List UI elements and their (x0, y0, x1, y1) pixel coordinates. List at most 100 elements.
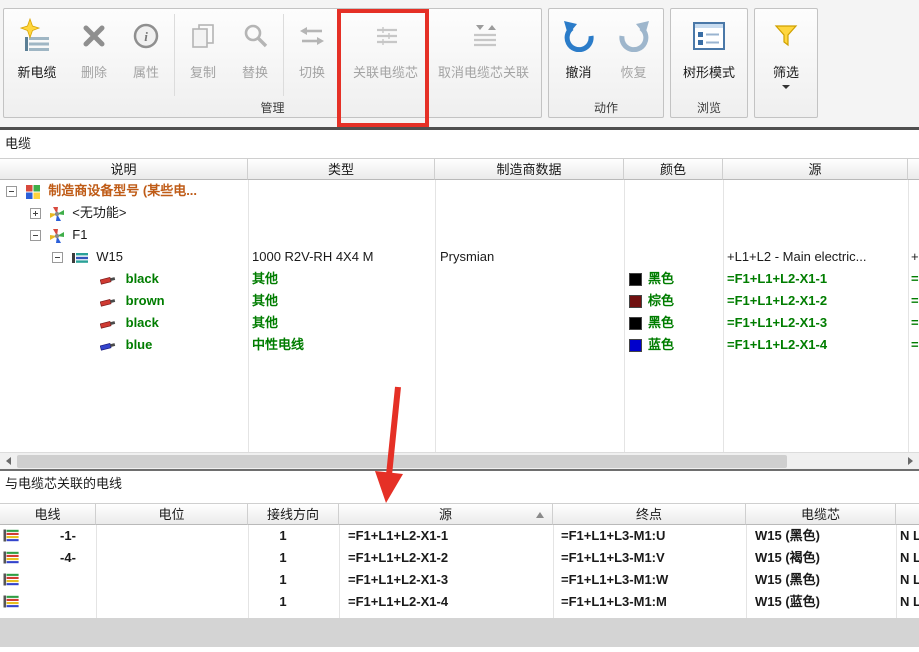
column-header-source[interactable]: 源 (723, 158, 908, 180)
ribbon-group-browse-buttons: 树形模式 (671, 9, 747, 100)
ribbon-group-manage: 新电缆 删除 i 属性 (3, 8, 542, 118)
switch-icon (296, 13, 328, 59)
cable-icon (72, 252, 88, 264)
copy-button[interactable]: 复制 (177, 10, 229, 100)
expander-minus-icon[interactable] (30, 230, 41, 241)
column-header-color[interactable]: 颜色 (624, 158, 723, 180)
switch-label: 切换 (299, 62, 325, 81)
cable-extra: + (911, 246, 919, 268)
wire-row[interactable]: -4- 1 =F1+L1+L2-X1-2 =F1+L1+L3-M1:V W15 … (0, 547, 919, 569)
cable-panel-title: 电缆 (0, 130, 919, 158)
wire-core-row[interactable]: blue 中性电线 蓝色 =F1+L1+L2-X1-4 = (0, 334, 919, 356)
column-header-manufacturer[interactable]: 制造商数据 (435, 158, 624, 180)
unlink-core-button[interactable]: 取消电缆芯关联 (428, 10, 539, 100)
core-source: =F1+L1+L2-X1-4 (727, 334, 827, 356)
bottom-panel-strip (0, 618, 919, 647)
tree-row-f1[interactable]: F1 (0, 224, 919, 246)
unlink-core-label: 取消电缆芯关联 (438, 62, 529, 81)
sort-ascending-icon (536, 512, 544, 518)
redo-icon (617, 13, 651, 59)
unlink-core-icon (466, 13, 502, 59)
cable-name: W15 (96, 249, 123, 264)
column-header-wire[interactable]: 电线 (0, 503, 96, 525)
new-cable-label: 新电缆 (17, 62, 56, 81)
wire-name: -1- (40, 525, 96, 547)
replace-icon (240, 13, 270, 59)
wire-core: W15 (蓝色) (755, 591, 820, 613)
core-source: =F1+L1+L2-X1-2 (727, 290, 827, 312)
core-name: brown (126, 293, 165, 308)
filter-button[interactable]: 筛选 (757, 10, 815, 100)
core-source: =F1+L1+L2-X1-1 (727, 268, 827, 290)
core-extra: = (911, 268, 919, 290)
wire-end: =F1+L1+L3-M1:U (561, 525, 665, 547)
core-type: 其他 (252, 312, 278, 334)
wire-source: =F1+L1+L2-X1-3 (348, 569, 448, 591)
ribbon-group-actions-buttons: 撤消 恢复 (549, 9, 663, 100)
wire-extra: N L (900, 569, 919, 591)
wire-name (40, 591, 96, 613)
wire-core-row[interactable]: brown 其他 棕色 =F1+L1+L2-X1-2 = (0, 290, 919, 312)
column-header-direction[interactable]: 接线方向 (248, 503, 339, 525)
expander-minus-icon[interactable] (6, 186, 17, 197)
properties-button[interactable]: i 属性 (120, 10, 172, 100)
delete-button[interactable]: 删除 (68, 10, 120, 100)
core-color: 黑色 (648, 315, 674, 330)
tree-row-no-function[interactable]: <无功能> (0, 202, 919, 224)
wire-icon (100, 274, 117, 286)
column-header-potential[interactable]: 电位 (96, 503, 248, 525)
column-header-type[interactable]: 类型 (248, 158, 435, 180)
ribbon-group-label-filter (755, 100, 817, 117)
new-cable-button[interactable]: 新电缆 (6, 10, 68, 100)
cable-type: 1000 R2V-RH 4X4 M (252, 246, 373, 268)
copy-label: 复制 (190, 62, 216, 81)
filter-icon (774, 13, 798, 59)
no-function-label: <无功能> (72, 205, 126, 220)
switch-button[interactable]: 切换 (286, 10, 338, 100)
wire-source: =F1+L1+L2-X1-2 (348, 547, 448, 569)
core-type: 中性电线 (252, 334, 304, 356)
column-header-cut[interactable] (896, 503, 919, 525)
properties-label: 属性 (133, 62, 159, 81)
color-swatch (629, 339, 642, 352)
column-header-core[interactable]: 电缆芯 (746, 503, 896, 525)
svg-text:i: i (144, 29, 148, 44)
scroll-left-button[interactable] (0, 453, 17, 469)
tree-row-cable-w15[interactable]: W15 1000 R2V-RH 4X4 M Prysmian +L1+L2 - … (0, 246, 919, 268)
scroll-right-icon (908, 457, 913, 465)
column-header-cut[interactable] (908, 158, 919, 180)
copy-icon (188, 13, 218, 59)
expander-plus-icon[interactable] (30, 208, 41, 219)
color-swatch (629, 295, 642, 308)
tree-mode-button[interactable]: 树形模式 (673, 10, 745, 100)
scroll-right-button[interactable] (902, 453, 919, 469)
ribbon-toolbar: 新电缆 删除 i 属性 (0, 0, 919, 130)
tree-mode-label: 树形模式 (683, 62, 735, 81)
wire-row[interactable]: 1 =F1+L1+L2-X1-3 =F1+L1+L3-M1:W W15 (黑色)… (0, 569, 919, 591)
wire-direction: 1 (248, 569, 318, 591)
wire-extra: N L (900, 525, 919, 547)
tree-row-vendor[interactable]: 制造商设备型号 (某些电... (0, 180, 919, 202)
column-header-description[interactable]: 说明 (0, 158, 248, 180)
wire-core-row[interactable]: black 其他 黑色 =F1+L1+L2-X1-1 = (0, 268, 919, 290)
filter-dropdown-arrow-icon[interactable] (782, 85, 790, 89)
horizontal-scrollbar[interactable] (0, 452, 919, 469)
cable-source: +L1+L2 - Main electric... (727, 246, 866, 268)
wire-direction: 1 (248, 525, 318, 547)
expander-minus-icon[interactable] (52, 252, 63, 263)
wire-end: =F1+L1+L3-M1:W (561, 569, 668, 591)
cable-table-body: 制造商设备型号 (某些电... <无功能> F1 W15 1000 (0, 180, 919, 452)
wire-source-label: 源 (439, 507, 452, 522)
replace-button[interactable]: 替换 (229, 10, 281, 100)
wire-core-row[interactable]: black 其他 黑色 =F1+L1+L2-X1-3 = (0, 312, 919, 334)
delete-label: 删除 (81, 62, 107, 81)
wire-row[interactable]: 1 =F1+L1+L2-X1-4 =F1+L1+L3-M1:M W15 (蓝色)… (0, 591, 919, 613)
wire-icon (100, 296, 117, 308)
wire-table-body: -1- 1 =F1+L1+L2-X1-1 =F1+L1+L3-M1:U W15 … (0, 525, 919, 618)
redo-button[interactable]: 恢复 (606, 10, 661, 100)
wire-row[interactable]: -1- 1 =F1+L1+L2-X1-1 =F1+L1+L3-M1:U W15 … (0, 525, 919, 547)
ribbon-group-label-actions: 动作 (549, 100, 663, 117)
column-header-end[interactable]: 终点 (553, 503, 746, 525)
undo-button[interactable]: 撤消 (551, 10, 606, 100)
wire-name (40, 569, 96, 591)
